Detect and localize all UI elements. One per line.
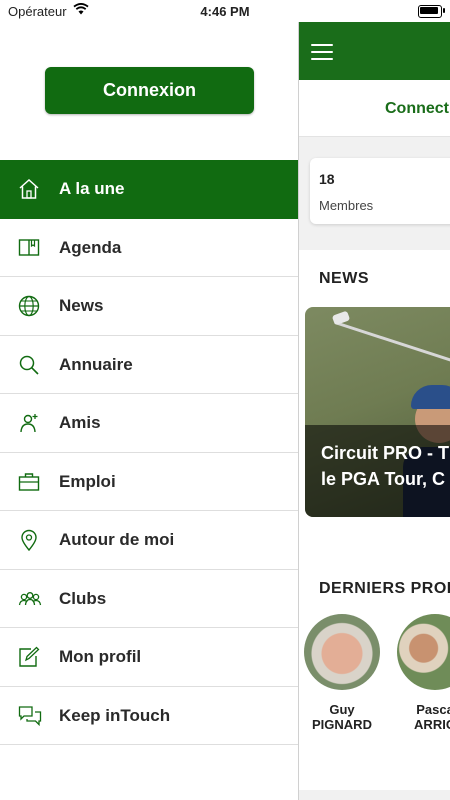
golf-club-head [331,310,351,326]
latest-profiles-heading: DERNIERS PROF [319,580,450,597]
battery-icon [418,5,442,18]
menu-item-label: Amis [59,413,101,432]
connect-banner[interactable]: Connect [299,80,450,137]
side-drawer: Connexion A la une Agenda News Annuaire [0,22,298,800]
members-label: Membres [319,198,374,213]
menu-item-label: Annuaire [59,354,133,374]
news-card[interactable]: Circuit PRO - T le PGA Tour, C [305,307,450,517]
members-stat-card[interactable]: 18 Membres [310,158,450,224]
profile-avatar[interactable] [397,614,450,690]
menu-item-label: News [59,296,104,315]
members-count: 18 [319,171,335,187]
menu-item-label: Autour de moi [59,530,175,549]
menu-item-autour-de-moi[interactable]: Autour de moi [0,511,298,570]
menu-item-mon-profil[interactable]: Mon profil [0,628,298,687]
golfer-cap [411,385,450,409]
menu-item-amis[interactable]: Amis [0,394,298,453]
edit-icon [18,646,40,668]
top-navbar [299,22,450,80]
menu-item-news[interactable]: News [0,277,298,336]
chat-icon [18,705,42,727]
profile-avatar[interactable] [304,614,380,690]
briefcase-icon [18,471,40,493]
menu-item-label: Agenda [59,237,122,257]
clock: 4:46 PM [200,4,250,19]
news-section: NEWS Circuit PRO - T le PGA Tour, C DERN… [299,250,450,790]
status-bar: Opérateur 4:46 PM [0,0,450,22]
golf-club-shaft [334,321,450,368]
news-heading: NEWS [319,270,369,287]
profile-name[interactable]: Guy PIGNARD [299,702,392,732]
menu-item-label: Clubs [59,588,107,608]
menu-item-label: A la une [59,179,125,198]
group-icon [18,588,42,610]
drawer-menu: A la une Agenda News Annuaire Amis Emplo… [0,160,298,745]
hamburger-menu-icon[interactable] [311,44,333,65]
search-icon [18,354,40,376]
login-button[interactable]: Connexion [45,67,254,114]
menu-item-label: Keep inTouch [59,705,171,725]
connect-link[interactable]: Connect [385,100,449,118]
location-pin-icon [18,529,40,552]
menu-item-emploi[interactable]: Emploi [0,453,298,511]
home-icon [18,178,40,200]
menu-item-keep-intouch[interactable]: Keep inTouch [0,687,298,745]
main-screen: Connect 18 Membres NEWS Circuit PRO - T … [298,22,450,800]
menu-item-clubs[interactable]: Clubs [0,570,298,628]
menu-item-label: Mon profil [59,647,142,666]
menu-item-annuaire[interactable]: Annuaire [0,336,298,394]
globe-icon [18,295,40,317]
menu-item-agenda[interactable]: Agenda [0,219,298,277]
menu-item-a-la-une[interactable]: A la une [0,160,298,219]
profile-name[interactable]: Pasca ARRIG [385,702,450,732]
person-add-icon [18,412,40,434]
book-icon [18,237,40,259]
news-card-title: Circuit PRO - T le PGA Tour, C [321,443,450,489]
menu-item-label: Emploi [59,471,116,491]
